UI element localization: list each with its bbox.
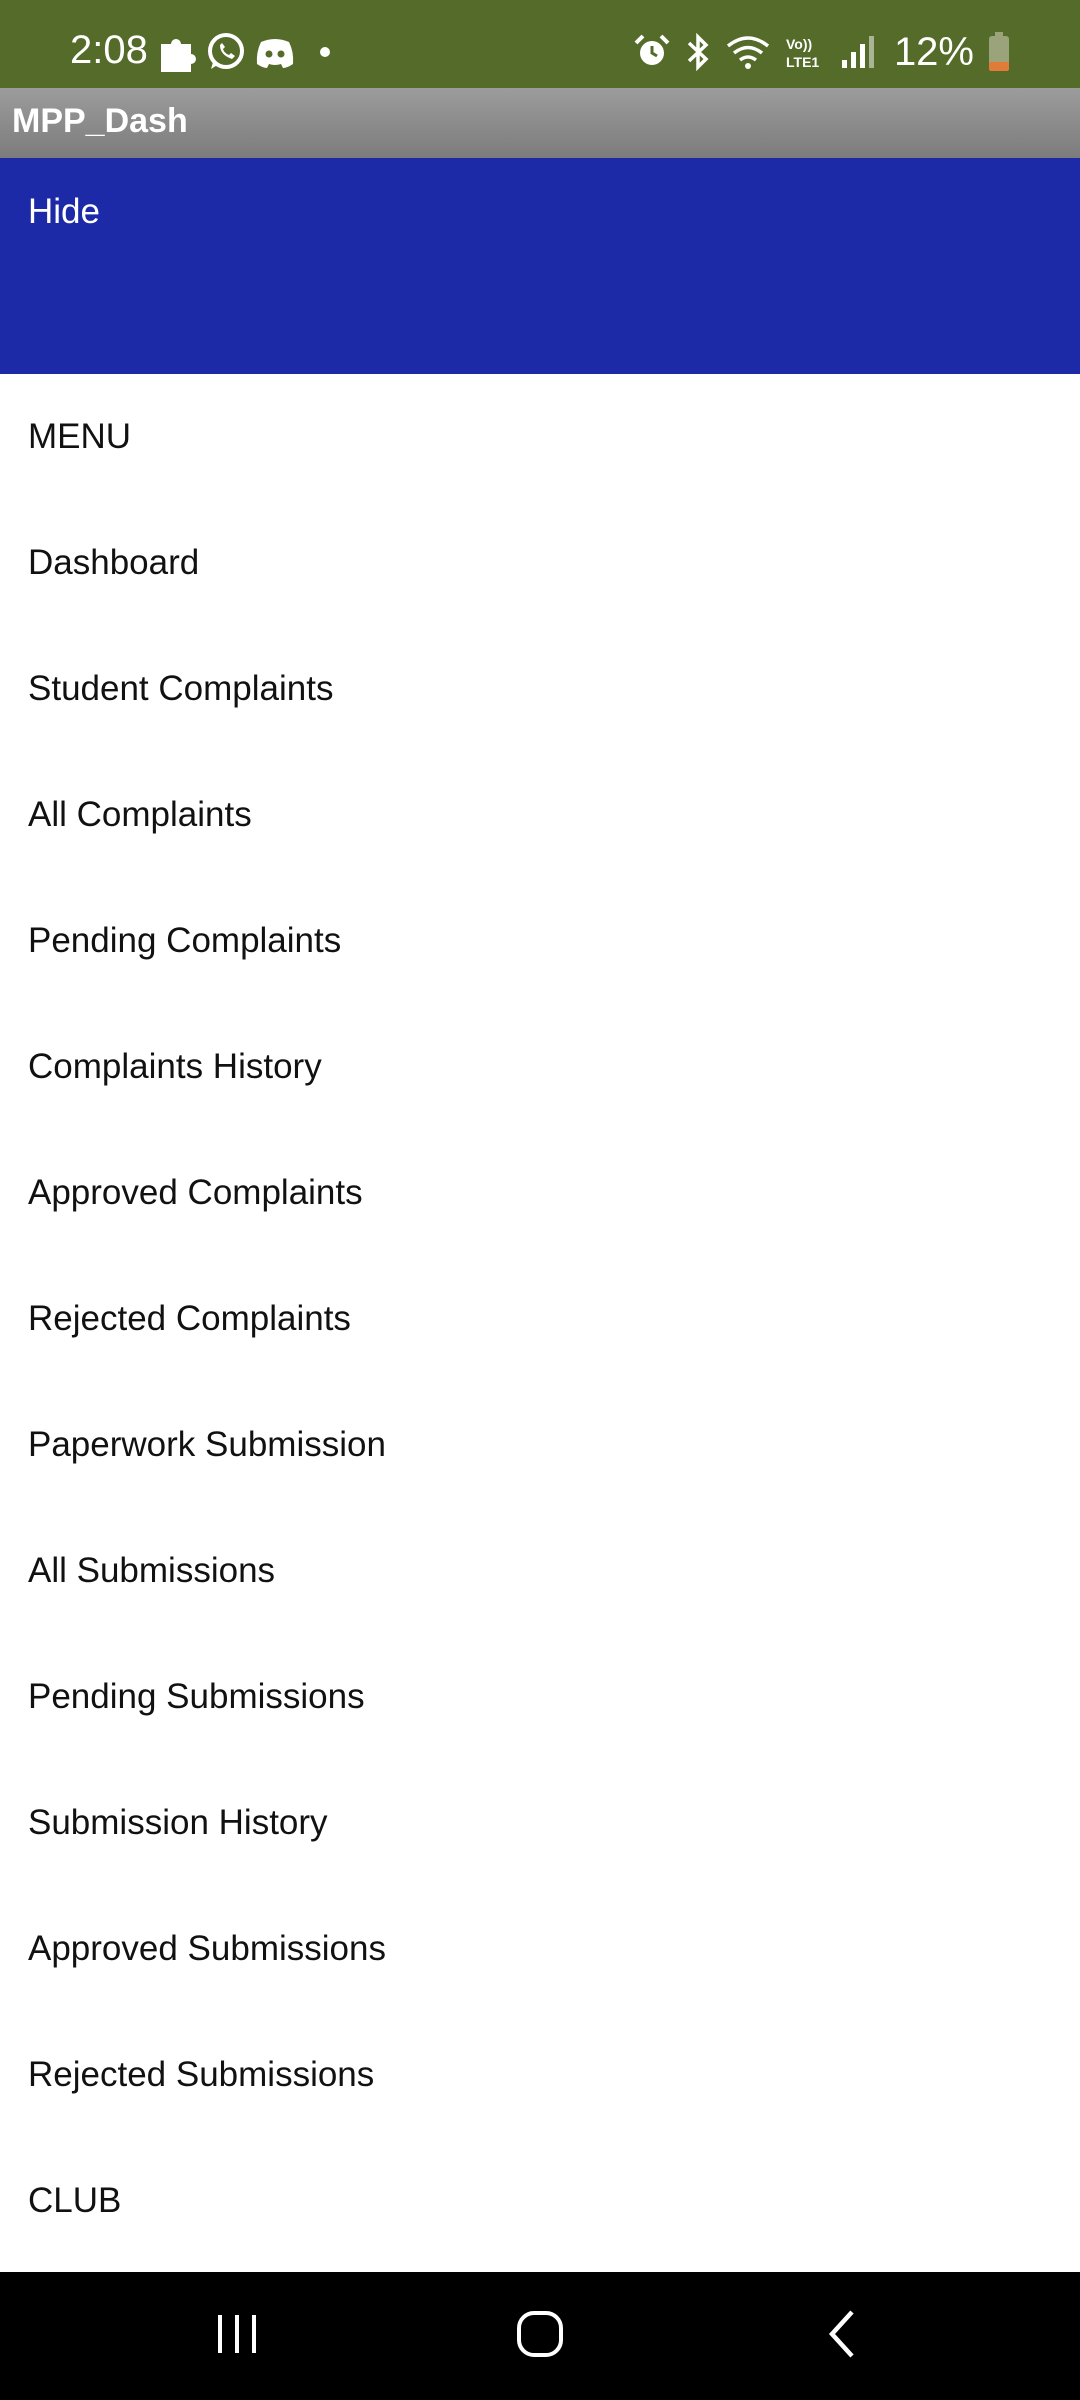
notification-icons	[155, 30, 333, 74]
home-icon	[514, 2308, 566, 2365]
screen: 2:08 Vo)) LTE1 12% MPP_Dash Hide MENU Da…	[0, 0, 1080, 2400]
whatsapp-icon	[205, 31, 247, 73]
drawer-header: Hide	[0, 158, 1080, 374]
bluetooth-icon	[684, 33, 712, 71]
status-bar: 2:08 Vo)) LTE1 12%	[0, 0, 1080, 88]
system-icons: Vo)) LTE1 12%	[634, 30, 1010, 74]
menu-item-paperwork-submission[interactable]: Paperwork Submission	[0, 1382, 1080, 1508]
menu-item-rejected-submissions[interactable]: Rejected Submissions	[0, 2012, 1080, 2138]
svg-text:LTE1: LTE1	[786, 54, 819, 70]
battery-icon	[988, 32, 1010, 72]
menu-item-all-submissions[interactable]: All Submissions	[0, 1508, 1080, 1634]
menu-item-student-complaints[interactable]: Student Complaints	[0, 626, 1080, 752]
navigation-bar	[0, 2272, 1080, 2400]
svg-text:Vo)): Vo))	[786, 36, 812, 52]
menu-item-approved-complaints[interactable]: Approved Complaints	[0, 1130, 1080, 1256]
menu-item-pending-complaints[interactable]: Pending Complaints	[0, 878, 1080, 1004]
back-button[interactable]	[782, 2296, 902, 2376]
puzzle-icon	[155, 30, 197, 74]
menu-list: MENU Dashboard Student Complaints All Co…	[0, 374, 1080, 2264]
app-title: MPP_Dash	[12, 102, 188, 140]
battery-percentage: 12%	[893, 30, 974, 74]
alarm-icon	[634, 34, 670, 70]
recents-icon	[212, 2309, 262, 2364]
discord-icon	[255, 34, 295, 70]
menu-item-club[interactable]: CLUB	[0, 2138, 1080, 2264]
menu-item-complaints-history[interactable]: Complaints History	[0, 1004, 1080, 1130]
menu-item-all-complaints[interactable]: All Complaints	[0, 752, 1080, 878]
dot-icon	[303, 37, 333, 67]
wifi-icon	[726, 34, 770, 70]
volte-icon: Vo)) LTE1	[784, 34, 826, 70]
menu-item-pending-submissions[interactable]: Pending Submissions	[0, 1634, 1080, 1760]
back-icon	[822, 2308, 862, 2365]
menu-item-rejected-complaints[interactable]: Rejected Complaints	[0, 1256, 1080, 1382]
hide-button[interactable]: Hide	[28, 194, 100, 229]
signal-icon	[840, 34, 876, 70]
home-button[interactable]	[480, 2296, 600, 2376]
menu-header: MENU	[28, 417, 132, 456]
menu-item-dashboard[interactable]: Dashboard	[0, 500, 1080, 626]
recents-button[interactable]	[177, 2296, 297, 2376]
status-time: 2:08	[70, 28, 148, 72]
menu-item-approved-submissions[interactable]: Approved Submissions	[0, 1886, 1080, 2012]
menu-item-submission-history[interactable]: Submission History	[0, 1760, 1080, 1886]
app-title-bar: MPP_Dash	[0, 88, 1080, 158]
